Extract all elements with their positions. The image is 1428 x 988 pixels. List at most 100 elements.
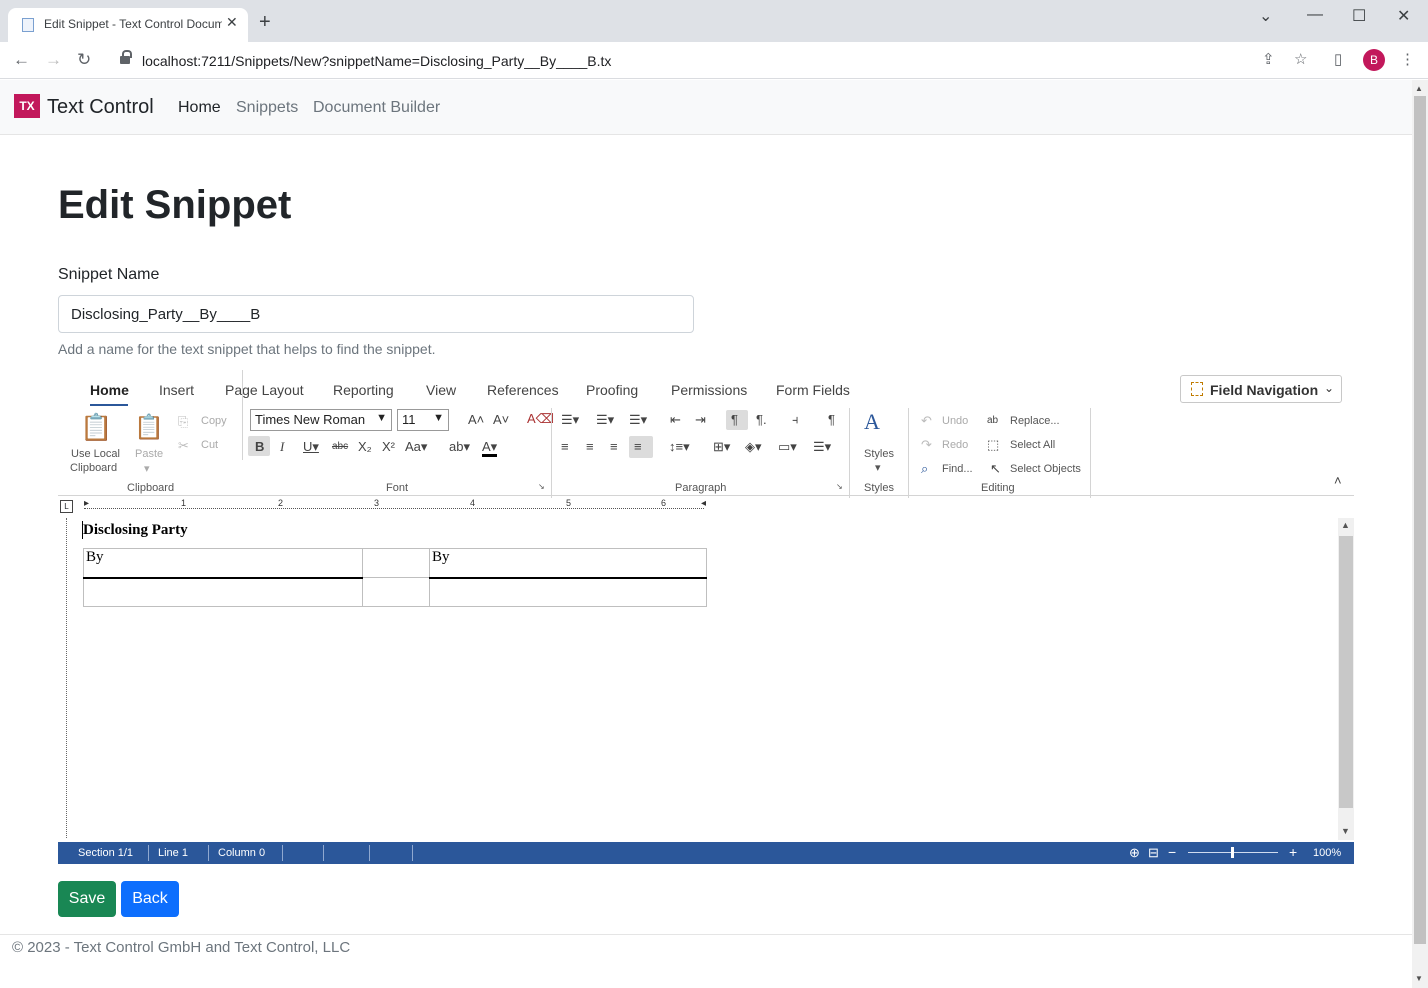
nav-link-document-builder[interactable]: Document Builder [313, 99, 440, 117]
table-cell[interactable] [362, 577, 430, 607]
fit-width-icon[interactable]: ⊟ [1148, 845, 1159, 861]
paste-icon[interactable]: 📋 [134, 414, 164, 442]
undo-icon[interactable]: ↶ [921, 414, 932, 428]
zoom-out-icon[interactable]: − [1168, 844, 1176, 860]
undo-label[interactable]: Undo [942, 415, 968, 427]
profile-avatar[interactable]: B [1363, 49, 1385, 71]
forward-arrow-icon[interactable]: → [45, 50, 62, 70]
strikethrough-icon[interactable]: abc [332, 440, 348, 454]
select-all-icon[interactable]: ⬚ [987, 438, 999, 452]
increase-indent-icon[interactable]: ⇥ [695, 413, 706, 427]
table-cell[interactable]: By [429, 548, 707, 579]
paragraph-dialog-launcher-icon[interactable]: ↘ [836, 482, 843, 491]
right-to-left-icon[interactable]: ¶. [756, 413, 767, 427]
document-heading[interactable]: Disclosing Party [83, 522, 188, 539]
side-panel-icon[interactable]: ▯ [1334, 51, 1342, 69]
zoom-in-icon[interactable]: + [1289, 844, 1297, 860]
numbered-list-icon[interactable]: ☰▾ [596, 413, 614, 427]
copy-icon[interactable]: ⎘ [178, 415, 188, 429]
minimize-icon[interactable]: — [1307, 6, 1323, 24]
tab-insert[interactable]: Insert [159, 382, 194, 398]
font-family-select[interactable]: Times New Roman ▼ [250, 409, 392, 431]
shrink-font-icon[interactable]: A˅ [493, 413, 509, 427]
bookmark-star-icon[interactable]: ☆ [1294, 51, 1307, 69]
tab-permissions[interactable]: Permissions [671, 382, 747, 398]
copy-label[interactable]: Copy [201, 415, 227, 427]
scroll-down-icon[interactable]: ▼ [1415, 974, 1423, 983]
frame-width-icon[interactable]: ☰▾ [813, 440, 831, 454]
table-cell[interactable] [429, 577, 707, 607]
clipboard-label[interactable]: Clipboard [70, 462, 117, 474]
table-cell[interactable]: By [83, 548, 363, 579]
tab-references[interactable]: References [487, 382, 559, 398]
brand-logo[interactable]: TX [14, 94, 40, 118]
horizontal-ruler[interactable]: L 1 2 3 4 5 6 ▸ ◂ [58, 498, 1354, 518]
nav-link-snippets[interactable]: Snippets [236, 99, 298, 117]
scroll-up-icon[interactable]: ▲ [1341, 520, 1350, 530]
clear-formatting-icon[interactable]: A⌫ [527, 412, 554, 426]
tab-reporting[interactable]: Reporting [333, 382, 394, 398]
styles-button-label[interactable]: Styles [864, 448, 894, 460]
borders-icon[interactable]: ⊞▾ [713, 440, 730, 454]
tab-page-layout[interactable]: Page Layout [225, 382, 304, 398]
collapse-ribbon-icon[interactable]: ˄ [1334, 474, 1342, 488]
snippet-name-input[interactable] [58, 295, 694, 333]
document-scrollbar[interactable]: ▲ ▼ [1338, 518, 1354, 840]
change-case-icon[interactable]: Aa▾ [405, 440, 427, 454]
document-canvas[interactable]: Disclosing Party By By ▲ ▼ [58, 518, 1354, 840]
scroll-down-icon[interactable]: ▼ [1341, 826, 1350, 836]
cut-label[interactable]: Cut [201, 439, 218, 451]
close-tab-icon[interactable]: ✕ [226, 14, 238, 31]
field-navigation-dropdown[interactable]: Field Navigation ⌄ [1180, 375, 1342, 403]
justify-icon[interactable]: ≡ [634, 440, 642, 454]
tab-view[interactable]: View [426, 382, 456, 398]
close-window-icon[interactable]: ✕ [1397, 6, 1410, 26]
share-icon[interactable]: ⇪ [1262, 51, 1275, 69]
scroll-up-icon[interactable]: ▲ [1415, 84, 1423, 93]
clipboard-icon[interactable]: 📋 [80, 412, 112, 442]
bold-icon[interactable]: B [255, 440, 264, 454]
use-local-label[interactable]: Use Local [71, 448, 120, 460]
maximize-icon[interactable]: ☐ [1352, 6, 1366, 26]
frame-color-icon[interactable]: ▭▾ [778, 440, 797, 454]
align-right-icon[interactable]: ≡ [610, 440, 618, 454]
paste-label[interactable]: Paste [135, 448, 163, 460]
select-all-label[interactable]: Select All [1010, 439, 1055, 451]
find-icon[interactable]: ⌕ [921, 462, 928, 476]
bullet-list-icon[interactable]: ☰▾ [561, 413, 579, 427]
superscript-icon[interactable]: X² [382, 440, 395, 454]
styles-icon[interactable]: A [864, 410, 880, 434]
paste-dropdown-icon[interactable]: ▾ [144, 462, 150, 475]
redo-icon[interactable]: ↷ [921, 438, 932, 452]
table-cell[interactable] [83, 577, 363, 607]
back-button[interactable]: Back [121, 881, 179, 917]
multilevel-list-icon[interactable]: ☰▾ [629, 413, 647, 427]
lock-icon[interactable] [120, 50, 132, 66]
select-objects-label[interactable]: Select Objects [1010, 463, 1081, 475]
tab-proofing[interactable]: Proofing [586, 382, 638, 398]
page-scroll-thumb[interactable] [1414, 96, 1426, 944]
replace-icon[interactable]: ab [987, 414, 998, 428]
fit-page-icon[interactable]: ⊕ [1129, 845, 1140, 861]
left-indent-marker-icon[interactable]: ▸ [84, 498, 89, 509]
nav-link-home[interactable]: Home [178, 99, 221, 117]
replace-label[interactable]: Replace... [1010, 415, 1060, 427]
grow-font-icon[interactable]: A˄ [468, 413, 484, 427]
font-color-icon[interactable]: A▾ [482, 440, 498, 457]
table-cell[interactable] [362, 548, 430, 578]
decrease-indent-icon[interactable]: ⇤ [670, 413, 681, 427]
redo-label[interactable]: Redo [942, 439, 968, 451]
brand-name[interactable]: Text Control [47, 96, 154, 119]
left-to-right-icon[interactable]: ¶ [731, 413, 738, 427]
save-button[interactable]: Save [58, 881, 116, 917]
highlight-color-icon[interactable]: ab▾ [449, 440, 470, 454]
font-dialog-launcher-icon[interactable]: ↘ [538, 482, 545, 491]
url-text[interactable]: localhost:7211/Snippets/New?snippetName=… [142, 53, 611, 69]
subscript-icon[interactable]: X₂ [358, 440, 372, 454]
tab-stop-selector-icon[interactable]: L [60, 500, 73, 513]
zoom-slider-thumb[interactable] [1231, 847, 1234, 858]
line-spacing-icon[interactable]: ↕≡▾ [669, 440, 690, 454]
url-field[interactable]: localhost:7211/Snippets/New?snippetName=… [108, 47, 1288, 75]
align-center-icon[interactable]: ≡ [586, 440, 594, 454]
styles-dropdown-icon[interactable]: ▾ [875, 461, 881, 474]
